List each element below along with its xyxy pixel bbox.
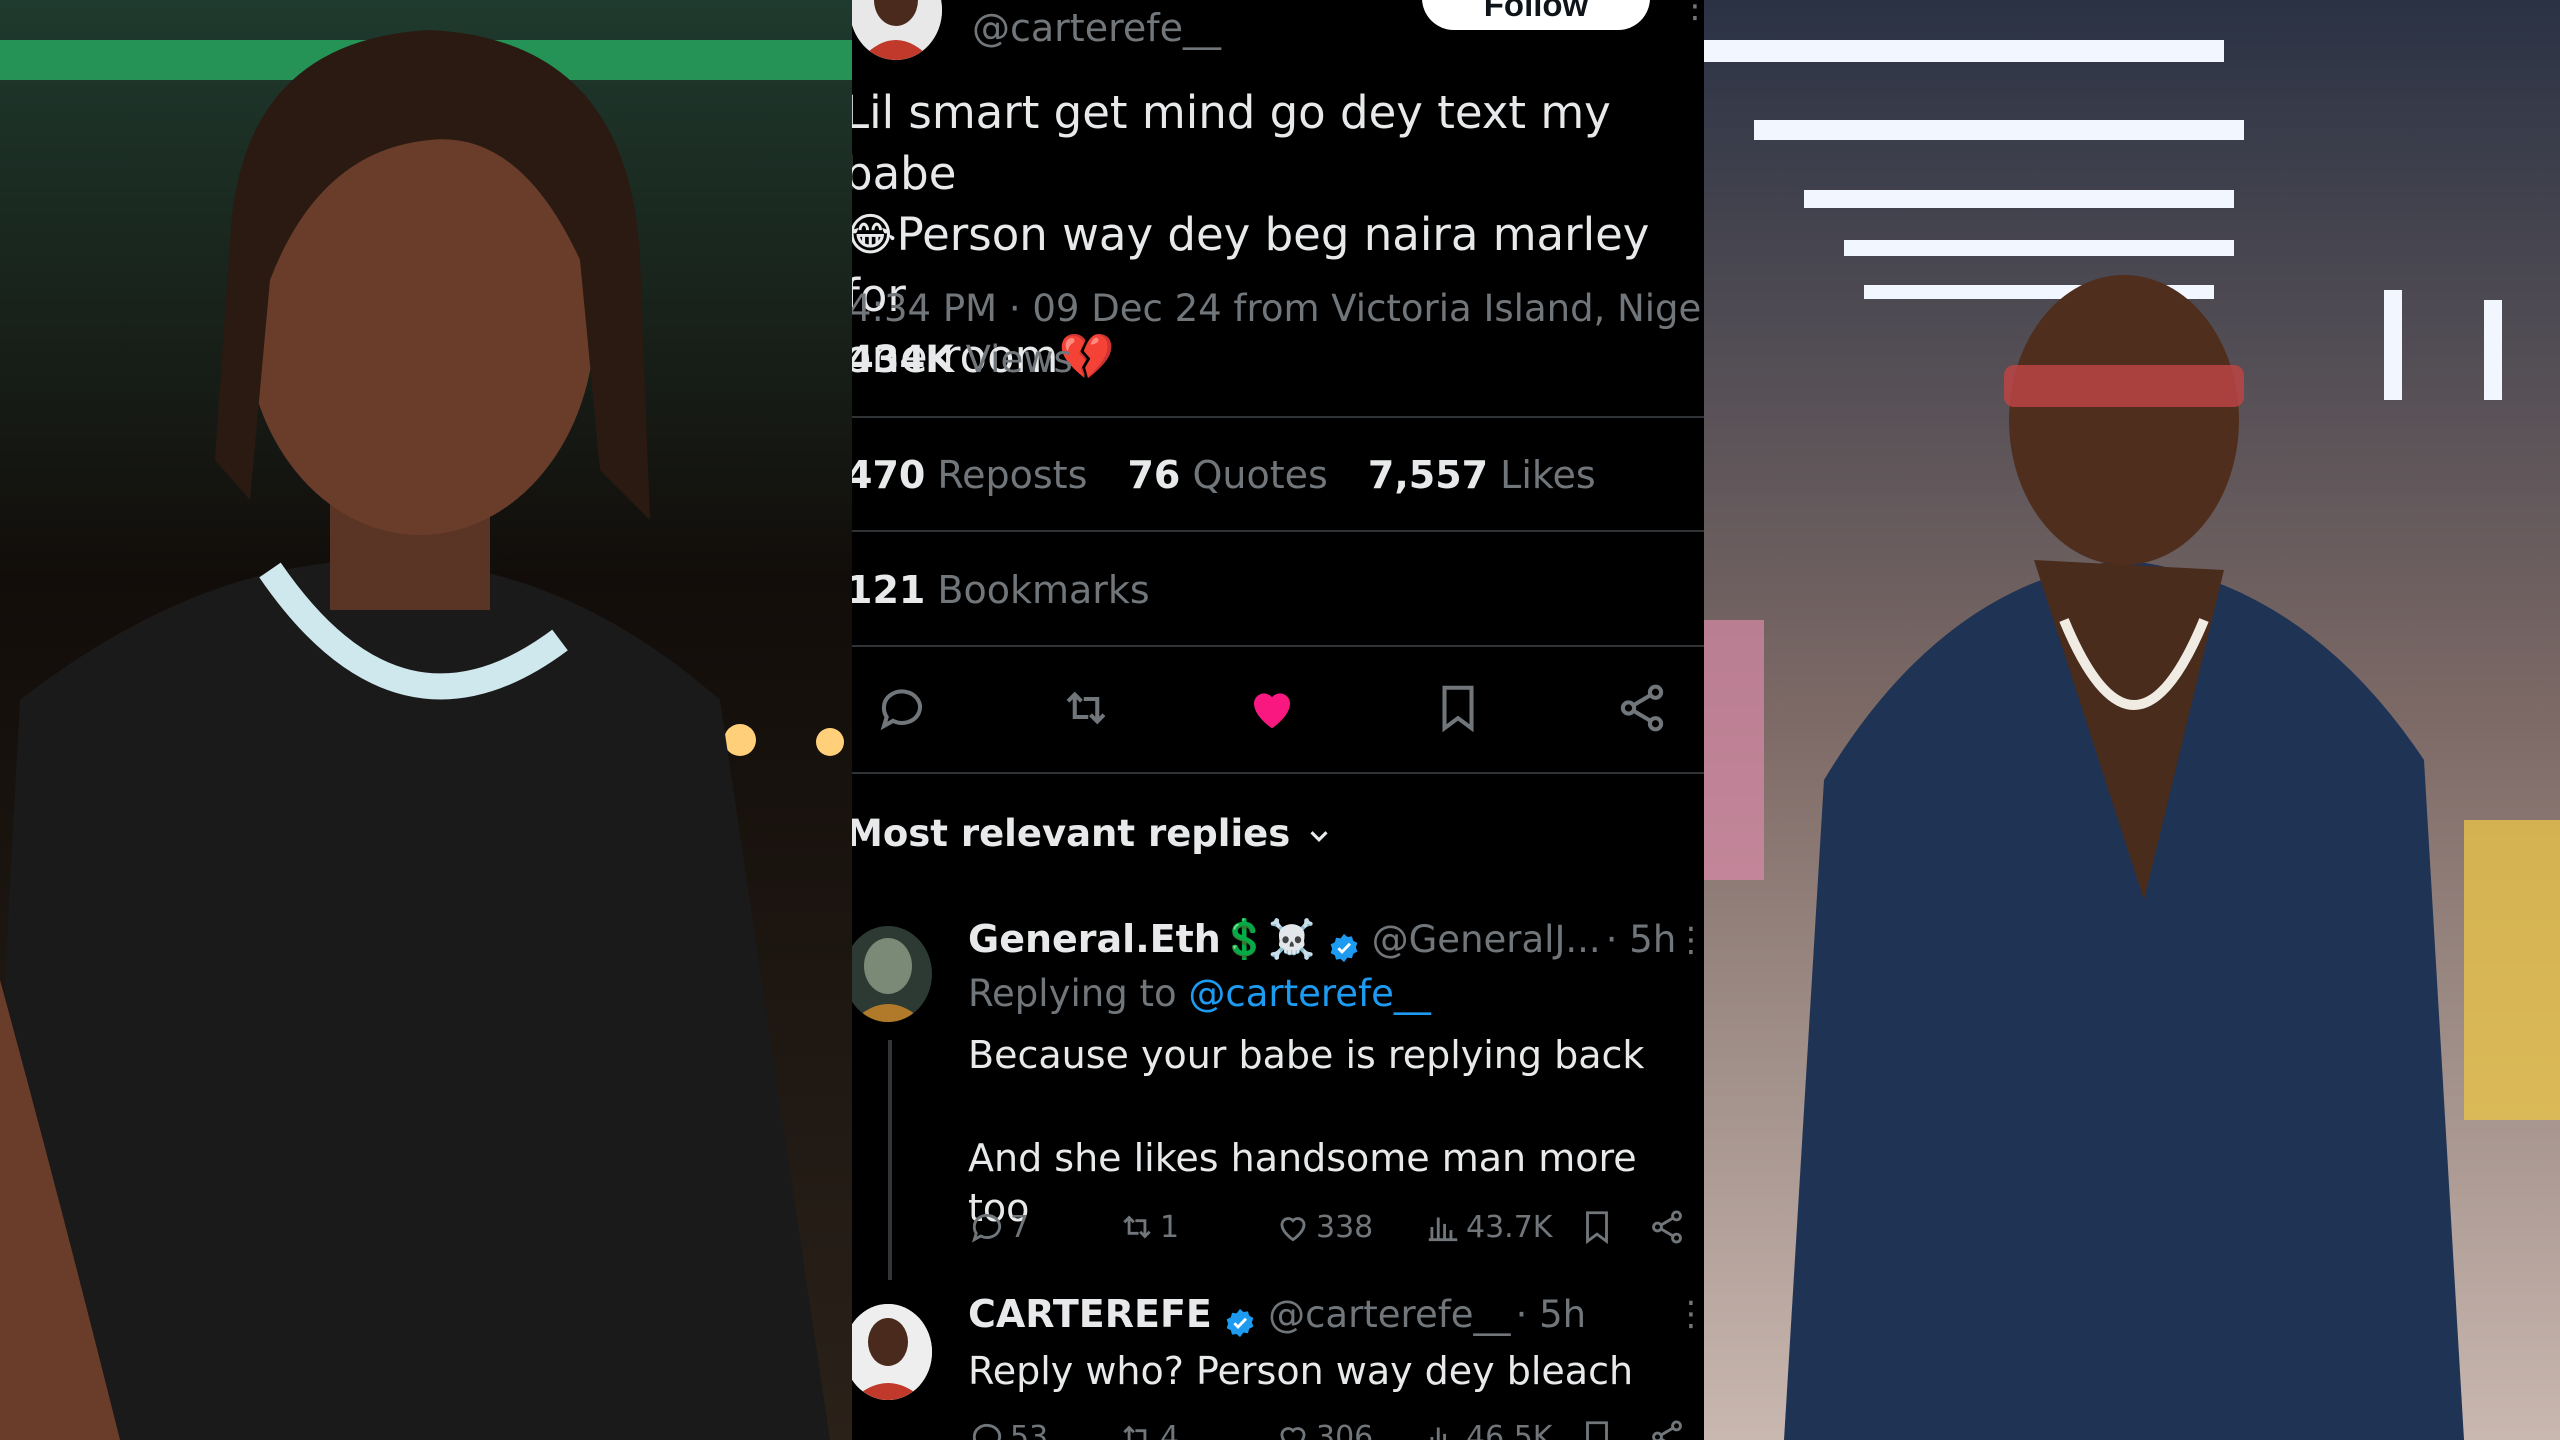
- reply-repost-button[interactable]: 4: [1118, 1418, 1179, 1440]
- reply-share-button[interactable]: [1648, 1418, 1686, 1440]
- share-icon: [1652, 1210, 1682, 1244]
- repost-icon: [1123, 1215, 1151, 1239]
- reply-more-icon[interactable]: ⋮: [1674, 1294, 1704, 1334]
- reply-author-handle[interactable]: @carterefe__: [1268, 1293, 1510, 1336]
- reply-icon: [972, 1423, 1002, 1440]
- reply-reply-button[interactable]: 7: [968, 1208, 1029, 1246]
- reply-views-button[interactable]: 43.7K: [1424, 1208, 1552, 1246]
- heart-icon: [1280, 1217, 1306, 1242]
- verified-badge-icon: [1330, 933, 1357, 962]
- replying-to: Replying to @carterefe__: [968, 972, 1431, 1015]
- divider: [852, 772, 1704, 774]
- author-handle[interactable]: @carterefe__: [972, 6, 1221, 50]
- tweet-timestamp: 4:34 PM · 09 Dec 24 from Victoria Island…: [852, 287, 1704, 330]
- views-label: Views: [965, 338, 1073, 381]
- heart-icon: [1280, 1427, 1306, 1440]
- bookmarks-stat[interactable]: 121 Bookmarks: [852, 568, 1150, 612]
- divider: [852, 416, 1704, 418]
- views-chart-icon: [1428, 1217, 1458, 1242]
- reply-author-emoji: 💲☠️: [1220, 917, 1316, 961]
- reply-icon: [971, 1213, 1002, 1243]
- left-person-image: [0, 0, 852, 1440]
- reply-like-button[interactable]: 306: [1274, 1418, 1373, 1440]
- tweet-stats: 470 Reposts 76 Quotes 7,557 Likes: [852, 453, 1596, 497]
- bookmark-icon[interactable]: [1428, 678, 1488, 738]
- replying-to-link[interactable]: @carterefe__: [1188, 972, 1430, 1015]
- reply-author-handle[interactable]: @GeneralJ...: [1372, 918, 1601, 961]
- reply-bookmark-button[interactable]: [1578, 1208, 1616, 1246]
- follow-button[interactable]: Follow: [1422, 0, 1650, 30]
- reply-reply-button[interactable]: 53: [968, 1418, 1048, 1440]
- divider: [852, 645, 1704, 647]
- views-chart-icon: [1430, 1427, 1447, 1440]
- right-photo: [1704, 0, 2560, 1440]
- bookmark-icon: [1586, 1421, 1608, 1440]
- thread-line: [888, 1040, 892, 1280]
- right-person-image: [1704, 0, 2560, 1440]
- reply-bookmark-button[interactable]: [1578, 1418, 1616, 1440]
- reposts-stat[interactable]: 470 Reposts: [852, 453, 1087, 497]
- heart-filled-icon[interactable]: [1242, 678, 1302, 738]
- replies-sort-label: Most relevant replies: [852, 812, 1291, 855]
- reply-time[interactable]: · 5h: [1606, 918, 1677, 961]
- bookmark-icon: [1586, 1211, 1608, 1245]
- more-options-icon[interactable]: ⋮: [1678, 0, 1704, 26]
- repost-icon[interactable]: [1056, 678, 1116, 738]
- reply-time[interactable]: · 5h: [1516, 1293, 1587, 1336]
- reply-body-line: Because your babe is replying back: [968, 1033, 1645, 1077]
- share-icon[interactable]: [1612, 678, 1672, 738]
- likes-stat[interactable]: 7,557 Likes: [1368, 453, 1596, 497]
- reply-share-button[interactable]: [1648, 1208, 1686, 1246]
- reply-body-line: Reply who? Person way dey bleach: [968, 1349, 1634, 1393]
- views-line: 434K Views: [852, 338, 1073, 381]
- divider: [852, 530, 1704, 532]
- reply-like-button[interactable]: 338: [1274, 1208, 1373, 1246]
- tweet-panel: @carterefe__ Follow ⋮ Lil smart get mind…: [852, 0, 1704, 1440]
- reply-header: CARTEREFE @carterefe__ · 5h: [968, 1292, 1586, 1340]
- repost-icon: [1123, 1425, 1147, 1440]
- chevron-down-icon: [1310, 830, 1328, 842]
- tweet-date-location: · 09 Dec 24 from Victoria Island, Nigeri…: [1008, 287, 1704, 330]
- reply-more-icon[interactable]: ⋮: [1674, 920, 1704, 960]
- author-avatar[interactable]: [852, 0, 942, 60]
- reply-repost-button[interactable]: 1: [1118, 1208, 1179, 1246]
- views-count: 434K: [852, 338, 954, 381]
- reply-avatar[interactable]: [852, 926, 932, 1022]
- verified-badge-icon: [1226, 1308, 1254, 1337]
- left-photo: [0, 0, 852, 1440]
- tweet-time[interactable]: 4:34 PM: [852, 287, 997, 330]
- reply-icon[interactable]: [872, 678, 932, 738]
- reply-author-name[interactable]: CARTEREFE: [968, 1292, 1212, 1336]
- quotes-stat[interactable]: 76 Quotes: [1127, 453, 1327, 497]
- reply-header: General.Eth💲☠️ @GeneralJ... · 5h: [968, 917, 1676, 965]
- reply-author-name[interactable]: General.Eth: [968, 917, 1221, 961]
- reply-views-button[interactable]: 46.5K: [1424, 1418, 1552, 1440]
- share-icon: [1652, 1420, 1682, 1440]
- replies-sort-dropdown[interactable]: Most relevant replies: [852, 812, 1334, 855]
- tweet-text-line: Lil smart get mind go dey text my babe: [852, 86, 1611, 200]
- reply-avatar[interactable]: [852, 1304, 932, 1400]
